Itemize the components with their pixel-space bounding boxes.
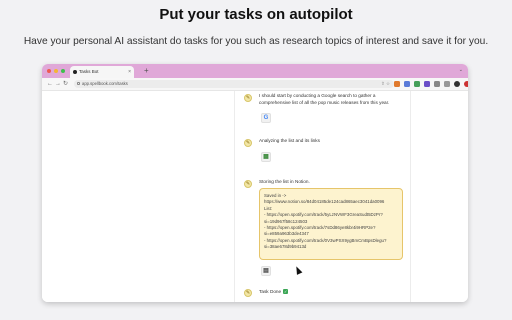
extension-icon[interactable] [424,81,430,87]
page-content: ✎ I should start by conducting a Google … [42,91,468,302]
pencil-icon: ✎ [244,139,252,147]
browser-tab[interactable]: Tasks Bot × [70,66,134,78]
extensions-bar [394,81,468,87]
step-line: Analyzing the list and its links [259,138,320,143]
divider [410,91,411,302]
divider [234,91,235,302]
extension-icon[interactable] [394,81,400,87]
lock-icon [77,82,80,85]
extension-icon[interactable] [404,81,410,87]
profile-icon[interactable] [464,81,468,87]
browser-window: Tasks Bot × + ⌄ ← → ↻ app.spellbook.com/… [42,64,468,302]
avatar[interactable] [454,81,460,87]
task-steps: ✎ I should start by conducting a Google … [238,91,410,302]
new-tab-button[interactable]: + [144,66,149,76]
step-line: Storing the list in Notion. [259,179,310,184]
maximize-window-button[interactable] [61,69,65,73]
tab-title: Tasks Bot [79,69,99,74]
sheet-icon[interactable]: ▦ [261,152,271,162]
forward-icon[interactable]: → [55,79,61,89]
extension-icon[interactable] [414,81,420,87]
task-done-label: Task Done [259,289,282,294]
close-window-button[interactable] [47,69,51,73]
back-icon[interactable]: ← [47,79,53,89]
hero-subtitle: Have your personal AI assistant do tasks… [23,36,489,47]
tab-favicon-icon [73,70,77,74]
pencil-icon: ✎ [244,94,252,102]
step-line: I should start by conducting a Google se… [259,93,376,98]
google-icon[interactable]: G [261,113,271,123]
notion-link[interactable]: https://www.notion.so/84d04185de124cad86… [264,199,398,205]
hero-title: Put your tasks on autopilot [159,6,353,23]
step-text: I should start by conducting a Google se… [259,93,389,106]
step-line: comprehensive list of all the pop music … [259,99,390,105]
checkmark-icon: ✓ [283,289,289,295]
left-pane [42,91,234,302]
step-text: Analyzing the list and its links [259,138,320,145]
pencil-icon: ✎ [244,289,252,297]
pencil-icon: ✎ [244,180,252,188]
spotify-link[interactable]: - https://open.spotify.com/track/5yLzNVW… [264,212,398,218]
result-box: Saved in -> https://www.notion.so/84d041… [259,188,403,260]
address-bar[interactable]: app.spellbook.com/tasks ⇧ ☆ [74,80,394,88]
url-actions-icons[interactable]: ⇧ ☆ [381,80,390,88]
minimize-window-button[interactable] [54,69,58,73]
step-text: Storing the list in Notion. [259,179,310,186]
puzzle-icon[interactable] [434,81,440,87]
step-text: Task Done ✓ [259,289,289,296]
window-controls [47,69,65,73]
tab-menu-chevron-icon[interactable]: ⌄ [459,67,463,73]
notion-icon[interactable]: ▤ [261,266,271,276]
reload-icon[interactable]: ↻ [63,79,68,89]
reading-list-icon[interactable] [444,81,450,87]
tab-bar: Tasks Bot × + ⌄ [42,64,468,78]
browser-toolbar: ← → ↻ app.spellbook.com/tasks ⇧ ☆ [42,78,468,91]
url-text: app.spellbook.com/tasks [82,81,128,86]
result-line: si=38ae678d9b9413d [264,244,307,250]
tab-close-icon[interactable]: × [128,66,131,78]
